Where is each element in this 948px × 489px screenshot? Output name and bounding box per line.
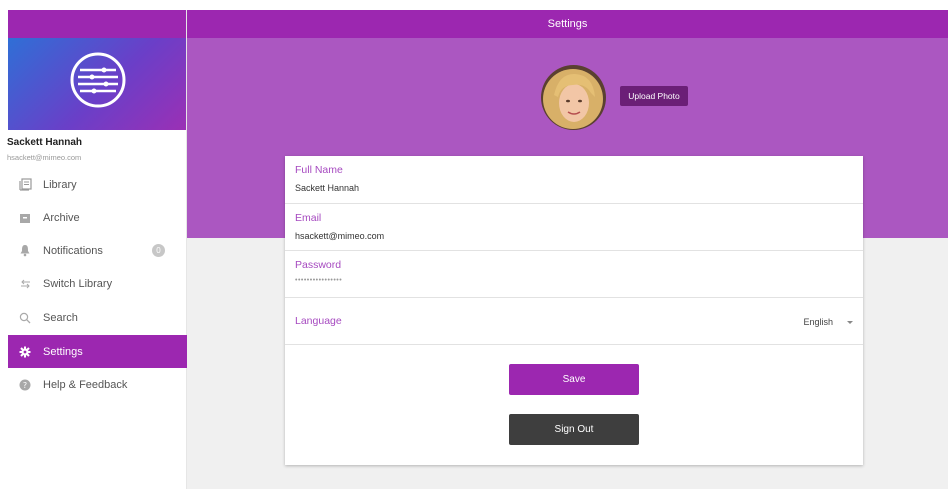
password-label: Password xyxy=(295,259,342,271)
language-field[interactable]: Language English xyxy=(285,298,863,345)
language-select-value[interactable]: English xyxy=(803,317,833,327)
search-icon xyxy=(18,311,32,325)
password-value[interactable]: •••••••••••••••• xyxy=(295,277,342,284)
avatar[interactable] xyxy=(541,65,606,130)
password-field[interactable]: Password •••••••••••••••• xyxy=(285,251,863,298)
sign-out-button[interactable]: Sign Out xyxy=(509,414,639,445)
gear-icon xyxy=(18,345,32,359)
switch-icon xyxy=(18,277,32,291)
sidebar-item-label: Search xyxy=(43,311,78,324)
sidebar-item-help-feedback[interactable]: ? Help & Feedback xyxy=(8,368,187,401)
save-button[interactable]: Save xyxy=(509,364,639,395)
full-name-field[interactable]: Full Name Sackett Hannah xyxy=(285,156,863,204)
bell-icon xyxy=(18,244,32,258)
archive-icon xyxy=(18,211,32,225)
sidebar-item-search[interactable]: Search xyxy=(8,301,187,334)
sidebar-item-label: Settings xyxy=(43,345,83,358)
svg-text:?: ? xyxy=(23,380,27,389)
full-name-value[interactable]: Sackett Hannah xyxy=(295,183,359,193)
app-logo-icon xyxy=(70,52,126,108)
email-value[interactable]: hsackett@mimeo.com xyxy=(295,231,384,241)
sidebar-item-label: Switch Library xyxy=(43,277,113,290)
email-field[interactable]: Email hsackett@mimeo.com xyxy=(285,204,863,251)
help-icon: ? xyxy=(18,378,32,392)
sidebar-item-label: Library xyxy=(43,178,77,191)
language-label: Language xyxy=(295,315,342,327)
sidebar-item-label: Notifications xyxy=(43,244,103,257)
full-name-label: Full Name xyxy=(295,164,343,176)
page-title: Settings xyxy=(547,18,588,30)
user-email: hsackett@mimeo.com xyxy=(7,153,82,162)
chevron-down-icon[interactable] xyxy=(847,321,853,324)
sidebar-header-bar xyxy=(8,10,186,38)
upload-photo-button[interactable]: Upload Photo xyxy=(620,86,688,106)
sidebar-item-label: Archive xyxy=(43,211,80,224)
library-icon xyxy=(18,178,32,192)
sidebar-item-settings[interactable]: Settings xyxy=(8,335,187,368)
sidebar-item-notifications[interactable]: Notifications 0 xyxy=(8,234,187,267)
sidebar-item-switch-library[interactable]: Switch Library xyxy=(8,267,187,300)
sidebar-item-library[interactable]: Library xyxy=(8,168,187,201)
sidebar-item-archive[interactable]: Archive xyxy=(8,201,187,234)
user-name: Sackett Hannah xyxy=(7,137,83,148)
sidebar-item-label: Help & Feedback xyxy=(43,378,128,391)
email-label: Email xyxy=(295,212,322,224)
sidebar-banner xyxy=(8,38,186,130)
top-bar: Settings xyxy=(187,10,948,38)
notification-count-badge: 0 xyxy=(152,244,165,257)
